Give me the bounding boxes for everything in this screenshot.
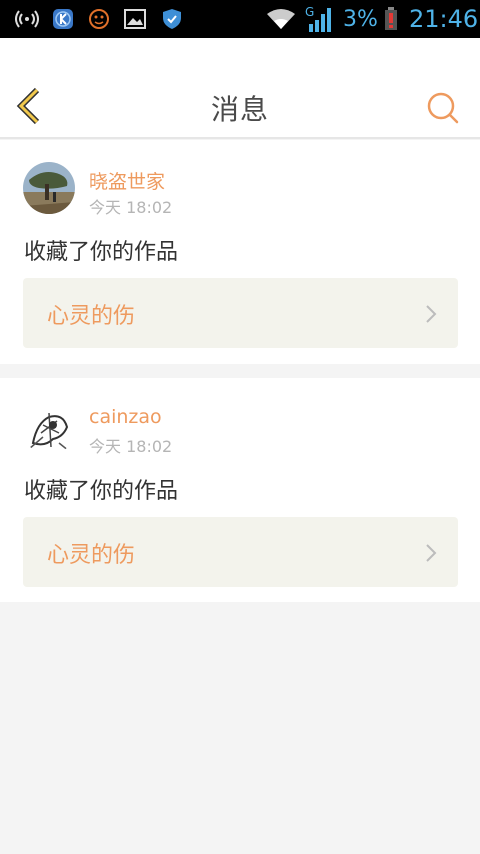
- username[interactable]: cainzao: [89, 406, 162, 428]
- chevron-right-icon: [426, 544, 437, 562]
- timestamp: 今天 18:02: [89, 198, 173, 217]
- status-bar: G 3% 21:46: [0, 0, 480, 38]
- page-title: 消息: [210, 93, 269, 126]
- battery-percent: 3%: [343, 6, 378, 32]
- signal-icon: G: [304, 0, 336, 38]
- battery-icon: [383, 0, 399, 38]
- app-header: 消息: [0, 38, 480, 139]
- message-card: cainzao 今天 18:02 收藏了你的作品 心灵的伤: [0, 378, 480, 602]
- search-button[interactable]: [426, 91, 460, 125]
- chevron-right-icon: [426, 305, 437, 323]
- face-app-icon: [87, 0, 111, 38]
- wifi-icon: [265, 0, 297, 38]
- timestamp: 今天 18:02: [89, 437, 173, 456]
- k-app-icon: [51, 0, 75, 38]
- clock: 21:46: [409, 5, 479, 33]
- gallery-icon: [123, 0, 147, 38]
- avatar[interactable]: [23, 403, 75, 455]
- shield-icon: [160, 0, 184, 38]
- avatar[interactable]: [23, 162, 75, 214]
- message-card: 晓盗世家 今天 18:02 收藏了你的作品 心灵的伤: [0, 140, 480, 364]
- search-icon: [427, 92, 459, 124]
- network-type-label: G: [305, 5, 314, 19]
- work-link[interactable]: 心灵的伤: [23, 278, 458, 348]
- username[interactable]: 晓盗世家: [89, 167, 165, 194]
- action-text: 收藏了你的作品: [24, 479, 179, 504]
- wifi-hotspot-icon: [14, 0, 40, 38]
- action-text: 收藏了你的作品: [24, 240, 179, 265]
- work-link[interactable]: 心灵的伤: [23, 517, 458, 587]
- work-title: 心灵的伤: [47, 304, 136, 329]
- work-title: 心灵的伤: [47, 543, 136, 568]
